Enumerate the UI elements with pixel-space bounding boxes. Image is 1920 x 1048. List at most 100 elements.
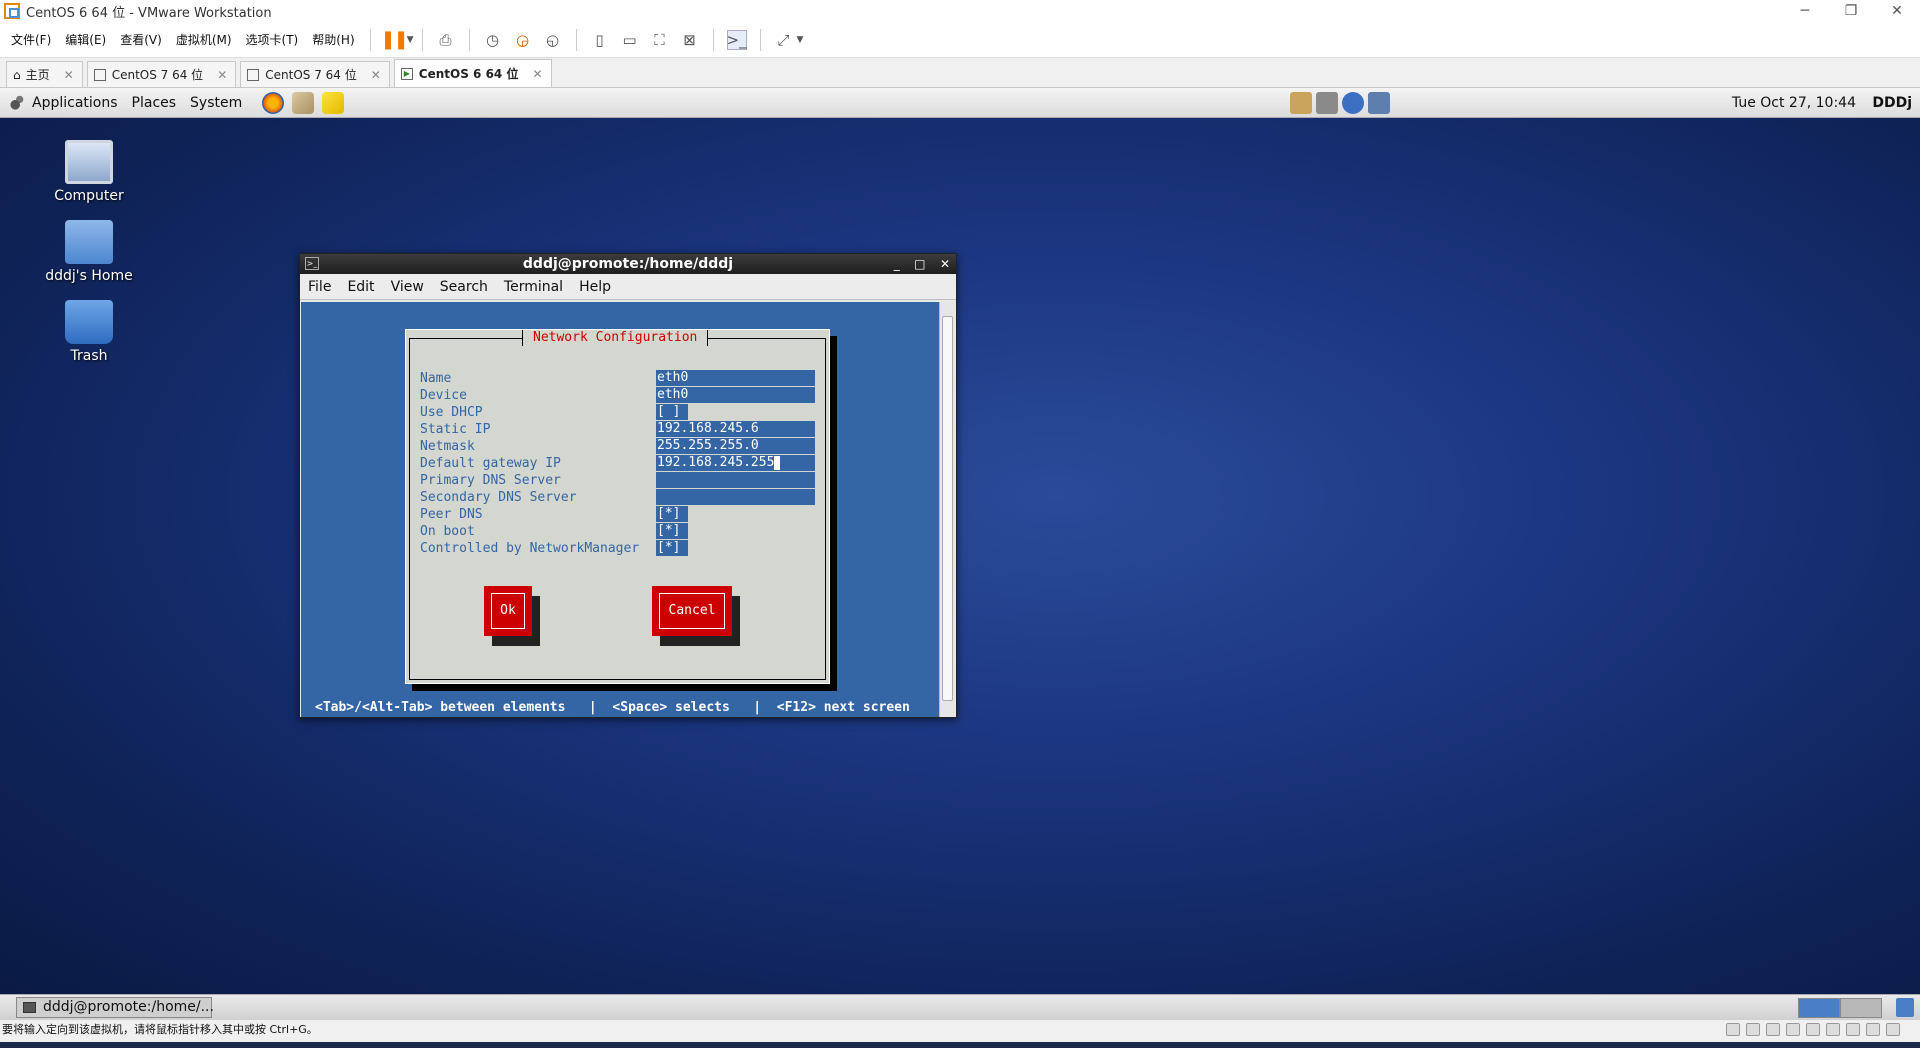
panel-user[interactable]: DDDj (1872, 88, 1912, 118)
menu-help[interactable]: 帮助(H) (305, 31, 361, 48)
primary-dns-input[interactable] (656, 472, 815, 488)
desktop-icon-label: Computer (54, 188, 124, 204)
terminal-window[interactable]: >_ dddj@promote:/home/dddj _ □ ✕ File Ed… (299, 253, 957, 718)
hard-disk-icon[interactable] (1726, 1023, 1740, 1036)
network-adapter-icon[interactable] (1786, 1023, 1800, 1036)
netmask-input[interactable]: 255.255.255.0 (656, 438, 815, 454)
toolbar-separator (369, 28, 371, 51)
menu-tabs[interactable]: 选项卡(T) (239, 31, 306, 48)
taskbar-terminal-button[interactable]: dddj@promote:/home/... (16, 997, 214, 1018)
chevron-down-icon[interactable]: ▼ (797, 35, 804, 45)
tab-home[interactable]: ⌂ 主页 ✕ (6, 61, 83, 87)
snapshot-manager-icon[interactable]: ◵ (543, 30, 563, 50)
menu-applications[interactable]: Applications (32, 95, 118, 111)
field-primary-dns: Primary DNS Server (420, 472, 820, 489)
secondary-dns-input[interactable] (656, 489, 815, 505)
workspace-2[interactable] (1840, 998, 1882, 1018)
scrollbar-thumb[interactable] (942, 316, 953, 701)
cd-drive-icon[interactable] (1746, 1023, 1760, 1036)
menu-edit[interactable]: 编辑(E) (58, 31, 113, 48)
close-button[interactable]: ✕ (1874, 0, 1920, 22)
tab-label: CentOS 7 64 位 (265, 68, 357, 82)
stretch-icon[interactable]: ⤢ (774, 30, 794, 50)
tab-centos6[interactable]: ▶ CentOS 6 64 位 ✕ (393, 59, 552, 87)
close-icon[interactable]: ✕ (532, 67, 542, 81)
field-static-ip: Static IP 192.168.245.6 (420, 421, 820, 438)
pause-icon[interactable]: ❚❚ (381, 29, 409, 50)
display-icon[interactable] (1866, 1023, 1880, 1036)
close-icon[interactable]: ✕ (64, 68, 74, 82)
terminal-close-button[interactable]: ✕ (940, 257, 950, 271)
desktop-icon-computer[interactable]: Computer (34, 140, 144, 204)
full-screen-icon[interactable]: ⛶ (650, 30, 670, 50)
ok-button[interactable]: Ok (484, 586, 532, 636)
terminal-menu-file[interactable]: File (300, 279, 339, 295)
revert-snapshot-icon[interactable]: ◶ (513, 30, 533, 50)
update-icon[interactable] (1290, 92, 1312, 114)
on-boot-checkbox[interactable]: [*] (656, 523, 688, 539)
terminal-menu-edit[interactable]: Edit (339, 279, 382, 295)
terminal-titlebar[interactable]: >_ dddj@promote:/home/dddj _ □ ✕ (300, 254, 956, 274)
terminal-minimize-button[interactable]: _ (894, 257, 900, 271)
send-ctrl-alt-del-icon[interactable]: ⎙ (436, 30, 456, 50)
field-peer-dns: Peer DNS [*] (420, 506, 820, 523)
minimize-button[interactable]: ─ (1782, 0, 1828, 22)
field-label: Netmask (420, 439, 475, 454)
chevron-down-icon[interactable]: ▼ (407, 35, 414, 45)
terminal-menu-help[interactable]: Help (571, 279, 619, 295)
menu-vm[interactable]: 虚拟机(M) (169, 31, 239, 48)
field-label: Secondary DNS Server (420, 490, 577, 505)
close-icon[interactable]: ✕ (217, 68, 227, 82)
trash-applet-icon[interactable] (1896, 998, 1914, 1017)
vmware-tab-bar: ⌂ 主页 ✕ CentOS 7 64 位 ✕ CentOS 7 64 位 ✕ ▶… (0, 58, 1920, 88)
thumbnail-bar-icon[interactable]: ▭ (620, 30, 640, 50)
terminal-menu-search[interactable]: Search (432, 279, 496, 295)
name-input[interactable]: eth0 (656, 370, 815, 386)
terminal-icon (23, 1002, 36, 1013)
cancel-button[interactable]: Cancel (652, 586, 732, 636)
panel-clock[interactable]: Tue Oct 27, 10:44 (1732, 88, 1856, 118)
volume-icon[interactable] (1316, 92, 1338, 114)
tab-centos7-a[interactable]: CentOS 7 64 位 ✕ (86, 61, 237, 87)
menu-view[interactable]: 查看(V) (113, 31, 169, 48)
close-icon[interactable]: ✕ (371, 68, 381, 82)
use-dhcp-checkbox[interactable]: [ ] (656, 404, 688, 420)
vm-running-icon: ▶ (400, 67, 413, 80)
text-editor-icon[interactable] (322, 91, 345, 114)
sound-icon[interactable] (1846, 1023, 1860, 1036)
bluetooth-icon[interactable] (1342, 92, 1364, 114)
terminal-scrollbar[interactable] (939, 302, 955, 717)
desktop-icon-home[interactable]: dddj's Home (34, 220, 144, 284)
console-view-icon[interactable]: >_ (727, 29, 747, 50)
workspace-1[interactable] (1798, 998, 1840, 1018)
guest-desktop[interactable]: Applications Places System Tue Oct 27, 1… (0, 88, 1920, 994)
terminal-maximize-button[interactable]: □ (914, 257, 925, 271)
printer-icon[interactable] (1826, 1023, 1840, 1036)
restore-button[interactable]: ❐ (1828, 0, 1874, 22)
device-input[interactable]: eth0 (656, 387, 815, 403)
terminal-menu-terminal[interactable]: Terminal (496, 279, 571, 295)
cd-drive-icon[interactable] (1766, 1023, 1780, 1036)
menu-places[interactable]: Places (132, 95, 177, 111)
snapshot-icon[interactable]: ◷ (483, 30, 503, 50)
networkmanager-checkbox[interactable]: [*] (656, 540, 688, 556)
library-icon[interactable]: ▯ (590, 30, 610, 50)
usb-icon[interactable] (1806, 1023, 1820, 1036)
firefox-icon[interactable] (262, 91, 285, 114)
messages-icon[interactable] (1886, 1023, 1900, 1036)
menu-system[interactable]: System (190, 95, 242, 111)
peer-dns-checkbox[interactable]: [*] (656, 506, 688, 522)
tab-centos7-b[interactable]: CentOS 7 64 位 ✕ (240, 61, 390, 87)
workspace-switcher[interactable] (1798, 998, 1882, 1018)
terminal-menu-view[interactable]: View (383, 279, 432, 295)
network-icon[interactable] (1368, 92, 1390, 114)
menu-file[interactable]: 文件(F) (4, 31, 58, 48)
ok-button-label: Ok (500, 603, 516, 618)
terminal-screen[interactable]: Network Configuration Name eth0 Device e… (301, 302, 939, 717)
static-ip-input[interactable]: 192.168.245.6 (656, 421, 815, 437)
desktop-icon-trash[interactable]: Trash (34, 300, 144, 364)
gateway-input[interactable]: 192.168.245.255 (656, 455, 815, 471)
mail-icon[interactable] (292, 91, 315, 114)
unity-icon[interactable]: ⊠ (680, 30, 700, 50)
network-config-dialog: Network Configuration Name eth0 Device e… (405, 329, 830, 684)
